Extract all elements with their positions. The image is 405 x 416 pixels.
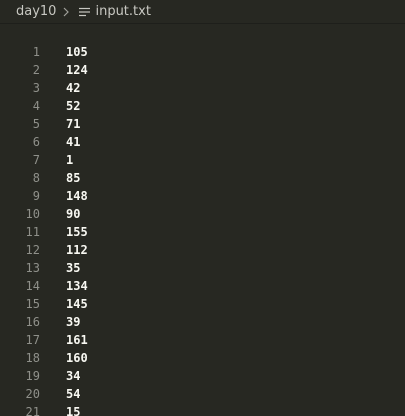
- line-number: 7: [32, 153, 40, 167]
- editor-window: day10 input.txt 1 105 2 124 3 42 4 52 5 71 64…: [0, 0, 405, 416]
- code-line[interactable]: 21 15: [0, 403, 405, 416]
- line-number: 20: [25, 387, 40, 401]
- line-text: 105: [66, 45, 88, 59]
- code-line[interactable]: 5 71: [0, 115, 405, 133]
- line-number: 17: [25, 333, 40, 347]
- line-text: 90: [66, 207, 81, 221]
- code-line[interactable]: 9 148: [0, 187, 405, 205]
- code-line[interactable]: 10 90: [0, 205, 405, 223]
- line-text: 85: [66, 171, 81, 185]
- line-number: 19: [25, 369, 40, 383]
- line-number: 10: [25, 207, 40, 221]
- code-line[interactable]: 4 52: [0, 97, 405, 115]
- line-text: 41: [66, 135, 81, 149]
- line-number: 21: [25, 405, 40, 416]
- line-text: 148: [66, 189, 88, 203]
- line-number: 1: [32, 45, 40, 59]
- line-text: 35: [66, 261, 81, 275]
- line-number: 15: [25, 297, 40, 311]
- line-number: 13: [25, 261, 40, 275]
- line-text: 161: [66, 333, 88, 347]
- line-text: 34: [66, 369, 81, 383]
- text-file-icon: [78, 6, 90, 18]
- line-text: 160: [66, 351, 88, 365]
- code-line[interactable]: 20 54: [0, 385, 405, 403]
- code-line[interactable]: 15 145: [0, 295, 405, 313]
- line-number: 2: [32, 63, 40, 77]
- line-text: 112: [66, 243, 88, 257]
- line-number: 16: [25, 315, 40, 329]
- code-line[interactable]: 2 124: [0, 61, 405, 79]
- line-text: 52: [66, 99, 81, 113]
- line-text: 39: [66, 315, 81, 329]
- code-line[interactable]: 13 35: [0, 259, 405, 277]
- line-text: 42: [66, 81, 81, 95]
- code-line[interactable]: 14 134: [0, 277, 405, 295]
- code-area[interactable]: 1 105 2 124 3 42 4 52 5 71 6 41 71 8 85 9 148 10…: [0, 43, 405, 416]
- breadcrumb: day10 input.txt: [0, 0, 405, 24]
- chevron-right-icon: [60, 6, 72, 18]
- code-line[interactable]: 8 85: [0, 169, 405, 187]
- code-line[interactable]: 6 41: [0, 133, 405, 151]
- line-text: 134: [66, 279, 88, 293]
- line-number: 4: [32, 99, 40, 113]
- code-line[interactable]: 12 112: [0, 241, 405, 259]
- code-line[interactable]: 16 39: [0, 313, 405, 331]
- code-line[interactable]: 19 34: [0, 367, 405, 385]
- line-text: 124: [66, 63, 88, 77]
- line-text: 71: [66, 117, 81, 131]
- line-number: 3: [32, 81, 40, 95]
- breadcrumb-file-label: input.txt: [95, 4, 151, 19]
- line-text: 54: [66, 387, 81, 401]
- code-line[interactable]: 11 155: [0, 223, 405, 241]
- line-number: 14: [25, 279, 40, 293]
- line-number: 11: [25, 225, 40, 239]
- line-number: 18: [25, 351, 40, 365]
- line-text: 1: [66, 153, 74, 167]
- line-text: 155: [66, 225, 88, 239]
- code-line[interactable]: 71: [0, 151, 405, 169]
- breadcrumb-folder[interactable]: day10: [16, 4, 56, 19]
- code-line[interactable]: 3 42: [0, 79, 405, 97]
- line-text: 145: [66, 297, 88, 311]
- line-number: 8: [32, 171, 40, 185]
- line-number: 9: [32, 189, 40, 203]
- line-number: 12: [25, 243, 40, 257]
- line-number: 5: [32, 117, 40, 131]
- code-line[interactable]: 18 160: [0, 349, 405, 367]
- code-line[interactable]: 17 161: [0, 331, 405, 349]
- breadcrumb-file[interactable]: input.txt: [78, 4, 151, 19]
- line-text: 15: [66, 405, 81, 416]
- code-line[interactable]: 1 105: [0, 43, 405, 61]
- line-number: 6: [32, 135, 40, 149]
